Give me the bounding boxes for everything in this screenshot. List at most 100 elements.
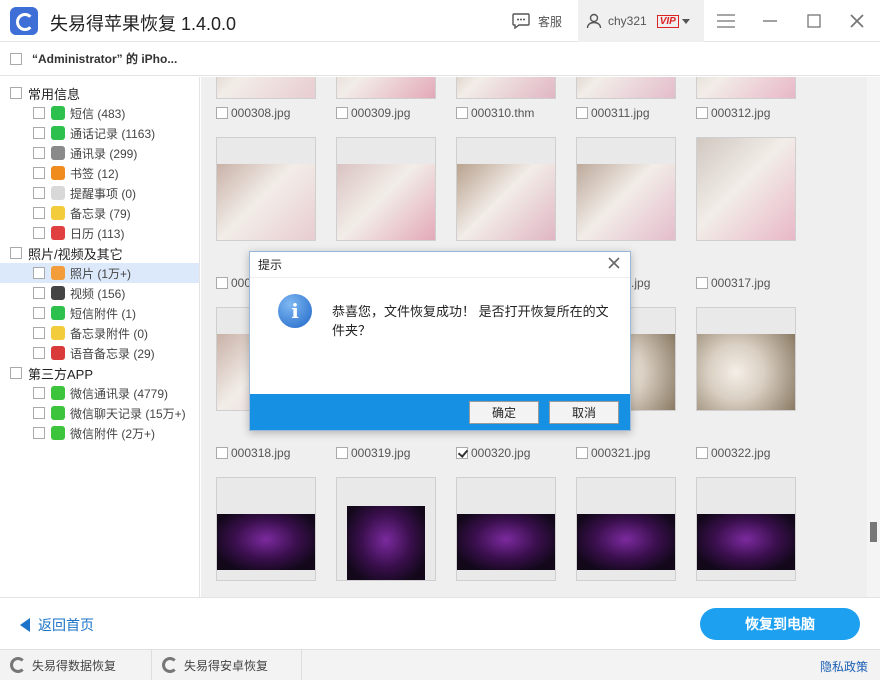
photo-thumbnail[interactable] — [456, 477, 556, 581]
item-checkbox[interactable] — [33, 167, 45, 179]
dialog-cancel-button[interactable]: 取消 — [549, 401, 619, 424]
photo-checkbox[interactable] — [456, 107, 468, 119]
category-checkbox[interactable] — [10, 367, 22, 379]
privacy-policy-link[interactable]: 隐私政策 — [820, 658, 868, 675]
item-checkbox[interactable] — [33, 287, 45, 299]
sidebar-category[interactable]: 第三方APP — [0, 363, 199, 383]
photo-checkbox[interactable] — [696, 107, 708, 119]
photo-image — [457, 164, 555, 240]
photo-checkbox[interactable] — [216, 277, 228, 289]
photo-caption[interactable]: 000320.jpg — [456, 445, 530, 461]
photo-thumbnail[interactable] — [696, 77, 796, 99]
photo-thumbnail[interactable] — [456, 137, 556, 241]
sidebar-item[interactable]: 短信 (483) — [0, 103, 199, 123]
photo-thumbnail[interactable] — [696, 307, 796, 411]
item-checkbox[interactable] — [33, 387, 45, 399]
photo-thumbnail[interactable] — [576, 137, 676, 241]
photo-caption[interactable]: 000317.jpg — [696, 275, 770, 291]
dialog-close-button[interactable] — [608, 256, 620, 273]
photo-thumbnail[interactable] — [576, 477, 676, 581]
sidebar-item[interactable]: 微信聊天记录 (15万+) — [0, 403, 199, 423]
item-checkbox[interactable] — [33, 207, 45, 219]
photo-checkbox[interactable] — [336, 107, 348, 119]
photo-checkbox[interactable] — [576, 447, 588, 459]
category-checkbox[interactable] — [10, 247, 22, 259]
photo-checkbox[interactable] — [456, 447, 468, 459]
sidebar-item[interactable]: 通话记录 (1163) — [0, 123, 199, 143]
sidebar-item[interactable]: 备忘录附件 (0) — [0, 323, 199, 343]
support-button[interactable]: 客服 — [512, 0, 562, 42]
photo-checkbox[interactable] — [576, 107, 588, 119]
sidebar-item[interactable]: 语音备忘录 (29) — [0, 343, 199, 363]
close-button[interactable] — [847, 11, 867, 31]
photo-checkbox[interactable] — [216, 447, 228, 459]
photo-thumbnail[interactable] — [696, 137, 796, 241]
photo-thumbnail[interactable] — [216, 477, 316, 581]
photo-thumbnail[interactable] — [576, 77, 676, 99]
photo-checkbox[interactable] — [696, 277, 708, 289]
photo-caption[interactable]: 000308.jpg — [216, 105, 290, 121]
item-checkbox[interactable] — [33, 147, 45, 159]
sidebar-item[interactable]: 备忘录 (79) — [0, 203, 199, 223]
sidebar-item-label: 通讯录 (299) — [70, 146, 138, 161]
photo-image — [337, 77, 435, 98]
sidebar-item[interactable]: 通讯录 (299) — [0, 143, 199, 163]
device-checkbox[interactable] — [10, 52, 22, 65]
user-menu[interactable]: chy321 VIP — [578, 0, 704, 42]
photo-checkbox[interactable] — [216, 107, 228, 119]
item-checkbox[interactable] — [33, 107, 45, 119]
sidebar-item[interactable]: 书签 (12) — [0, 163, 199, 183]
photo-caption[interactable]: 000319.jpg — [336, 445, 410, 461]
photo-thumbnail[interactable] — [216, 137, 316, 241]
sidebar-category[interactable]: 照片/视频及其它 — [0, 243, 199, 263]
photo-checkbox[interactable] — [336, 447, 348, 459]
sidebar-item[interactable]: 短信附件 (1) — [0, 303, 199, 323]
sidebar-item[interactable]: 视频 (156) — [0, 283, 199, 303]
android-recovery-link[interactable]: 失易得安卓恢复 — [152, 649, 302, 680]
back-home-link[interactable]: 返回首页 — [20, 615, 94, 635]
sidebar-item[interactable]: 提醒事项 (0) — [0, 183, 199, 203]
android-recovery-label: 失易得安卓恢复 — [184, 658, 269, 673]
photo-thumbnail[interactable] — [336, 77, 436, 99]
item-checkbox[interactable] — [33, 327, 45, 339]
data-recovery-label: 失易得数据恢复 — [32, 658, 117, 673]
item-checkbox[interactable] — [33, 427, 45, 439]
item-checkbox[interactable] — [33, 267, 45, 279]
scrollbar-thumb[interactable] — [870, 522, 877, 542]
photo-caption[interactable]: 000309.jpg — [336, 105, 410, 121]
category-checkbox[interactable] — [10, 87, 22, 99]
photo-caption[interactable]: 000310.thm — [456, 105, 534, 121]
item-checkbox[interactable] — [33, 227, 45, 239]
photo-thumbnail[interactable] — [216, 77, 316, 99]
dialog-ok-button[interactable]: 确定 — [469, 401, 539, 424]
photo-thumbnail[interactable] — [336, 477, 436, 581]
sidebar-category[interactable]: 常用信息 — [0, 83, 199, 103]
item-checkbox[interactable] — [33, 187, 45, 199]
photo-thumbnail[interactable] — [456, 77, 556, 99]
photo-caption[interactable]: 000318.jpg — [216, 445, 290, 461]
sidebar-item[interactable]: 照片 (1万+) — [0, 263, 199, 283]
item-checkbox[interactable] — [33, 127, 45, 139]
menu-button[interactable] — [716, 11, 736, 31]
sidebar-item[interactable]: 微信附件 (2万+) — [0, 423, 199, 443]
vertical-scrollbar[interactable] — [867, 77, 880, 597]
wechat-icon — [51, 426, 65, 440]
minimize-button[interactable] — [760, 11, 780, 31]
photo-thumbnail[interactable] — [336, 137, 436, 241]
item-checkbox[interactable] — [33, 407, 45, 419]
photo-caption[interactable]: 000321.jpg — [576, 445, 650, 461]
photo-image — [577, 164, 675, 240]
maximize-button[interactable] — [804, 11, 824, 31]
photo-caption[interactable]: 000322.jpg — [696, 445, 770, 461]
photo-filename: 000322.jpg — [711, 446, 771, 460]
item-checkbox[interactable] — [33, 347, 45, 359]
recover-to-computer-button[interactable]: 恢复到电脑 — [700, 608, 860, 640]
photo-caption[interactable]: 000311.jpg — [576, 105, 650, 121]
photo-caption[interactable]: 000312.jpg — [696, 105, 770, 121]
item-checkbox[interactable] — [33, 307, 45, 319]
photo-checkbox[interactable] — [696, 447, 708, 459]
data-recovery-link[interactable]: 失易得数据恢复 — [0, 649, 152, 680]
sidebar-item[interactable]: 日历 (113) — [0, 223, 199, 243]
photo-thumbnail[interactable] — [696, 477, 796, 581]
sidebar-item[interactable]: 微信通讯录 (4779) — [0, 383, 199, 403]
